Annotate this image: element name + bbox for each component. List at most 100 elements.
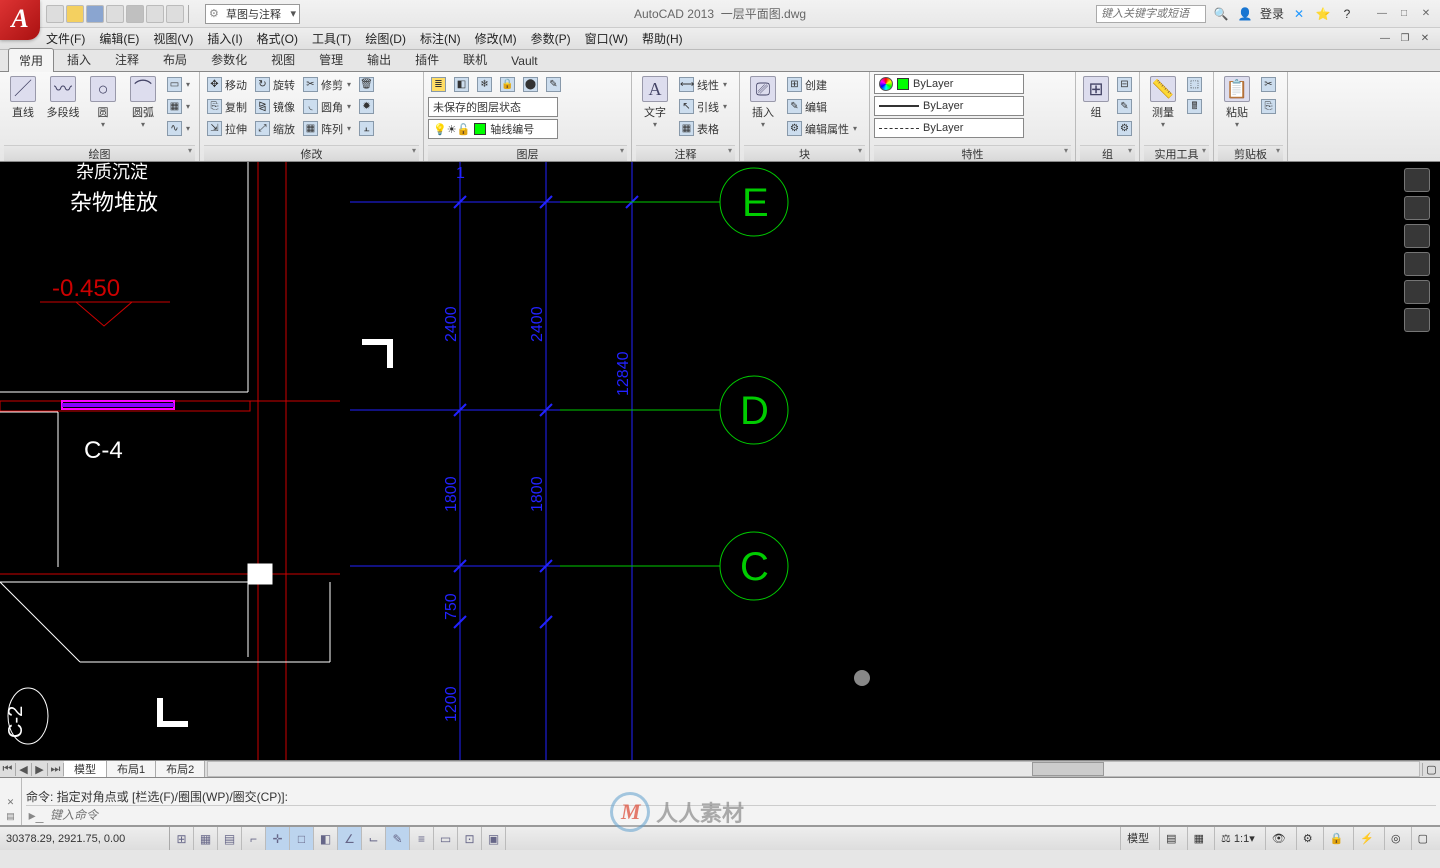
tab-layout1[interactable]: 布局1 (107, 761, 156, 777)
ribtab-annotate[interactable]: 注释 (104, 47, 150, 71)
trim-button[interactable]: ✂修剪▾ (300, 74, 354, 95)
measure-button[interactable]: 📏测量▾ (1144, 74, 1182, 131)
select-button[interactable]: ⬚ (1184, 74, 1205, 95)
erase-button[interactable]: 🗑 (356, 74, 377, 95)
qat-saveas-icon[interactable] (106, 5, 124, 23)
panel-properties-title[interactable]: 特性 (874, 145, 1071, 161)
3dosnap-icon[interactable]: ◧ (314, 827, 338, 850)
panel-layer-title[interactable]: 图层 (428, 145, 627, 161)
dyn-icon[interactable]: ✎ (386, 827, 410, 850)
snap-icon[interactable]: ▦ (194, 827, 218, 850)
login-label[interactable]: 登录 (1260, 5, 1284, 22)
annotation-visibility-icon[interactable]: 👁 (1265, 827, 1292, 850)
menu-insert[interactable]: 插入(I) (207, 30, 242, 47)
tab-model[interactable]: 模型 (64, 761, 107, 777)
quickview-drawings-icon[interactable]: ▦ (1187, 827, 1210, 850)
panel-block-title[interactable]: 块 (744, 145, 865, 161)
tpy-icon[interactable]: ▭ (434, 827, 458, 850)
sc-icon[interactable]: ▣ (482, 827, 506, 850)
scale-button[interactable]: ⤢缩放 (252, 118, 298, 139)
coordinates-display[interactable]: 30378.29, 2921.75, 0.00 (0, 827, 170, 850)
explode-button[interactable]: ✹ (356, 96, 377, 117)
search-icon[interactable]: 🔍 (1212, 5, 1230, 23)
rectangle-button[interactable]: ▭▾ (164, 74, 193, 95)
move-button[interactable]: ✥移动 (204, 74, 250, 95)
ribtab-parametric[interactable]: 参数化 (200, 47, 258, 71)
steering-wheel-icon[interactable] (1404, 196, 1430, 220)
qat-redo-icon[interactable] (166, 5, 184, 23)
ungroup-button[interactable]: ⊟ (1114, 74, 1135, 95)
group-edit-button[interactable]: ✎ (1114, 96, 1135, 117)
edit-block-button[interactable]: ✎编辑 (784, 96, 860, 117)
leader-button[interactable]: ↖引线▾ (676, 96, 730, 117)
cut-button[interactable]: ✂ (1258, 74, 1279, 95)
horizontal-scrollbar[interactable] (207, 761, 1420, 777)
doc-close-icon[interactable]: ✕ (1416, 33, 1434, 44)
layer-selector[interactable]: 💡☀🔓轴线编号 (428, 119, 558, 139)
menu-edit[interactable]: 编辑(E) (99, 30, 139, 47)
stretch-button[interactable]: ⇲拉伸 (204, 118, 250, 139)
grid-icon[interactable]: ▤ (218, 827, 242, 850)
edit-attr-button[interactable]: ⚙编辑属性▾ (784, 118, 860, 139)
menu-modify[interactable]: 修改(M) (475, 30, 517, 47)
text-button[interactable]: A文字▾ (636, 74, 674, 131)
group-mgr-button[interactable]: ⚙ (1114, 118, 1135, 139)
copy-button[interactable]: ⎘复制 (204, 96, 250, 117)
offset-button[interactable]: ⫠ (356, 118, 377, 139)
toolbar-lock-icon[interactable]: 🔒 (1323, 827, 1350, 850)
scrollbar-thumb[interactable] (1032, 762, 1105, 776)
zoom-extents-icon[interactable] (1404, 252, 1430, 276)
menu-dimension[interactable]: 标注(N) (420, 30, 461, 47)
color-selector[interactable]: ByLayer (874, 74, 1024, 94)
ribtab-plugins[interactable]: 插件 (404, 47, 450, 71)
maximize-icon[interactable]: □ (1394, 8, 1414, 19)
cmd-close-icon[interactable]: ✕ (0, 797, 21, 811)
arc-button[interactable]: ⌒圆弧▾ (124, 74, 162, 131)
showmotion-icon[interactable] (1404, 308, 1430, 332)
circle-button[interactable]: ○圆▾ (84, 74, 122, 131)
ribtab-layout[interactable]: 布局 (152, 47, 198, 71)
ribtab-manage[interactable]: 管理 (308, 47, 354, 71)
group-button[interactable]: ⊞组 (1080, 74, 1112, 122)
layer-freeze-button[interactable]: ❄ (474, 74, 495, 95)
workspace-switch-icon[interactable]: ⚙ (1296, 827, 1319, 850)
qat-undo-icon[interactable] (146, 5, 164, 23)
panel-group-title[interactable]: 组 (1080, 145, 1135, 161)
prev-tab-icon[interactable]: ◀ (16, 763, 32, 776)
ducs-icon[interactable]: ⌙ (362, 827, 386, 850)
panel-utilities-title[interactable]: 实用工具 (1144, 145, 1209, 161)
menu-draw[interactable]: 绘图(D) (365, 30, 406, 47)
favorite-icon[interactable]: ⭐ (1314, 5, 1332, 23)
cmd-recent-icon[interactable]: ▤ (0, 811, 21, 825)
menu-help[interactable]: 帮助(H) (642, 30, 683, 47)
lineweight-selector[interactable]: ByLayer (874, 96, 1024, 116)
paste-button[interactable]: 📋粘贴▾ (1218, 74, 1256, 131)
qat-open-icon[interactable] (66, 5, 84, 23)
menu-tools[interactable]: 工具(T) (312, 30, 351, 47)
doc-restore-icon[interactable]: ❐ (1396, 33, 1414, 44)
lwt-icon[interactable]: ≡ (410, 827, 434, 850)
create-block-button[interactable]: ⊞创建 (784, 74, 860, 95)
annotation-scale[interactable]: ⚖ 1:1▾ (1214, 827, 1261, 850)
viewcube-icon[interactable] (1404, 168, 1430, 192)
layer-off-button[interactable]: ⬤ (520, 74, 541, 95)
rotate-button[interactable]: ↻旋转 (252, 74, 298, 95)
fillet-button[interactable]: ◟圆角▾ (300, 96, 354, 117)
panel-clipboard-title[interactable]: 剪贴板 (1218, 145, 1283, 161)
table-button[interactable]: ▦表格 (676, 118, 730, 139)
exchange-icon[interactable]: ✕ (1290, 5, 1308, 23)
signin-icon[interactable]: 👤 (1236, 5, 1254, 23)
isolate-objects-icon[interactable]: ◎ (1384, 827, 1407, 850)
spline-button[interactable]: ∿▾ (164, 118, 193, 139)
app-logo[interactable]: A (0, 0, 40, 40)
copy-clip-button[interactable]: ⎘ (1258, 96, 1279, 117)
last-tab-icon[interactable]: ⏭ (48, 763, 64, 776)
menu-view[interactable]: 视图(V) (153, 30, 193, 47)
panel-annotation-title[interactable]: 注释 (636, 145, 735, 161)
panel-draw-title[interactable]: 绘图 (4, 145, 195, 161)
otrack-icon[interactable]: ∠ (338, 827, 362, 850)
ribtab-view[interactable]: 视图 (260, 47, 306, 71)
quickcalc-button[interactable]: 🖩 (1184, 96, 1205, 117)
orbit-icon[interactable] (1404, 280, 1430, 304)
infer-constraints-icon[interactable]: ⊞ (170, 827, 194, 850)
